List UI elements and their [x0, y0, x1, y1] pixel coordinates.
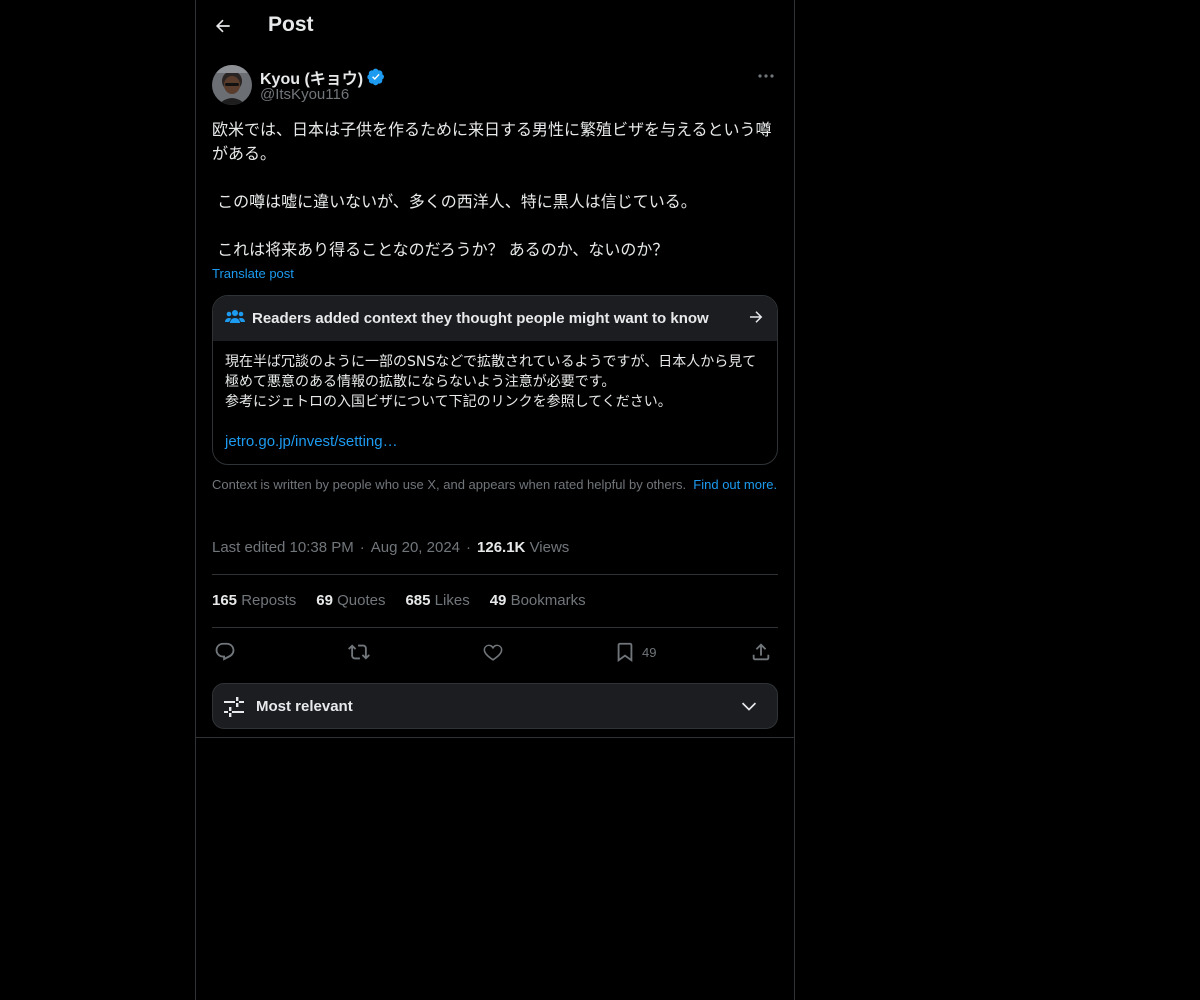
- people-icon: [225, 310, 245, 323]
- community-note-body: 現在半ば冗談のように一部のSNSなどで拡散されているようですが、日本人から見て極…: [225, 354, 757, 410]
- reply-icon: [215, 642, 235, 661]
- find-out-more-link[interactable]: Find out more.: [693, 477, 777, 492]
- sort-label: Most relevant: [256, 698, 353, 715]
- post-author: Kyou (キョウ) @ItsKyou116: [212, 64, 778, 108]
- context-info-text: Context is written by people who use X, …: [212, 477, 687, 492]
- post-text: 欧米では、日本は子供を作るために来日する男性に繁殖ビザを与えるという噂がある。 …: [212, 120, 772, 259]
- edited-time[interactable]: Last edited 10:38 PM: [212, 539, 354, 556]
- quotes-count: 69: [316, 592, 333, 609]
- divider: [212, 627, 778, 628]
- community-note-title: Readers added context they thought peopl…: [252, 310, 709, 327]
- section-bottom-border: [196, 737, 794, 738]
- repost-icon: [348, 644, 370, 660]
- bookmarks-label: Bookmarks: [510, 592, 586, 609]
- primary-column: Post Kyou (キョウ) @ItsKyou116 欧米では、日本は子供を作…: [195, 0, 795, 1000]
- share-icon: [752, 643, 770, 661]
- post-stats: 165 Reposts 69 Quotes 685 Likes 49 Bookm…: [212, 592, 586, 609]
- community-note: Readers added context they thought peopl…: [212, 295, 778, 465]
- bookmark-button[interactable]: 49: [614, 638, 656, 666]
- bookmark-icon: [617, 642, 633, 663]
- quotes-label: Quotes: [337, 592, 386, 609]
- translate-post-link[interactable]: Translate post: [212, 266, 294, 281]
- bookmark-count: 49: [642, 644, 657, 660]
- views-label: Views: [529, 539, 570, 556]
- likes-stat[interactable]: 685 Likes: [405, 592, 469, 609]
- reply-button[interactable]: [214, 638, 236, 666]
- bookmarks-count: 49: [489, 592, 507, 609]
- like-button[interactable]: [482, 638, 504, 666]
- repost-button[interactable]: [348, 638, 370, 666]
- quotes-stat[interactable]: 69 Quotes: [316, 592, 385, 609]
- share-button[interactable]: [750, 638, 772, 666]
- back-button[interactable]: [208, 11, 238, 41]
- page-title: Post: [268, 13, 314, 36]
- reposts-stat[interactable]: 165 Reposts: [212, 592, 296, 609]
- divider: [212, 574, 778, 575]
- more-horizontal-icon: [758, 74, 774, 78]
- post-meta: Last edited 10:38 PM · Aug 20, 2024 · 12…: [212, 539, 569, 556]
- meta-separator-2: ·: [466, 539, 472, 556]
- meta-separator: ·: [359, 539, 365, 556]
- likes-count: 685: [405, 592, 431, 609]
- community-note-header[interactable]: Readers added context they thought peopl…: [213, 296, 777, 341]
- heart-icon: [483, 644, 503, 661]
- user-handle[interactable]: @ItsKyou116: [260, 86, 349, 103]
- more-options-button[interactable]: [754, 66, 778, 86]
- action-bar: 49: [212, 638, 778, 666]
- post-header: Post: [196, 0, 794, 53]
- post-date[interactable]: Aug 20, 2024: [371, 539, 460, 556]
- arrow-left-icon: [215, 19, 230, 33]
- arrow-right-icon: [750, 311, 763, 323]
- likes-label: Likes: [434, 592, 470, 609]
- context-info: Context is written by people who use X, …: [212, 477, 778, 493]
- reposts-label: Reposts: [241, 592, 297, 609]
- community-note-link[interactable]: jetro.go.jp/invest/setting…: [225, 433, 398, 450]
- verified-badge-icon: [367, 68, 385, 86]
- sliders-icon: [224, 697, 244, 717]
- avatar[interactable]: [212, 65, 252, 105]
- views-count: 126.1K: [477, 539, 526, 556]
- bookmarks-stat[interactable]: 49 Bookmarks: [490, 592, 586, 609]
- reply-sort-dropdown[interactable]: Most relevant: [212, 683, 778, 729]
- avatar-image: [212, 65, 252, 105]
- reposts-count: 165: [212, 592, 238, 609]
- chevron-down-icon: [741, 702, 757, 711]
